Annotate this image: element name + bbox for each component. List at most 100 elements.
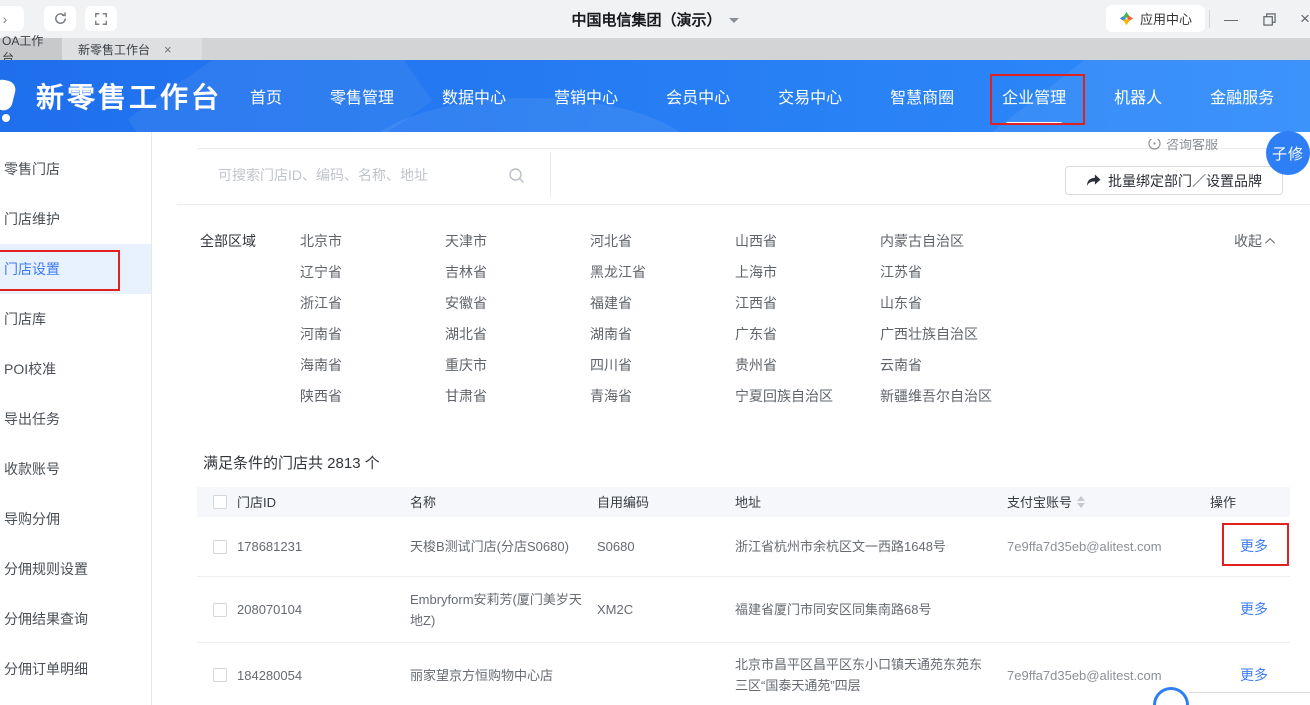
contact-support-link[interactable]: 咨询客服 bbox=[1148, 139, 1258, 153]
province-filter-link[interactable]: 天津市 bbox=[445, 231, 590, 262]
nav-item[interactable]: 数据中心 bbox=[442, 60, 506, 132]
province-filter-link[interactable]: 上海市 bbox=[735, 262, 880, 293]
province-filter-link[interactable]: 福建省 bbox=[590, 293, 735, 324]
collapse-filter-link[interactable]: 收起 bbox=[1234, 231, 1276, 251]
nav-item[interactable]: 零售管理 bbox=[330, 60, 394, 132]
sort-control[interactable] bbox=[1077, 496, 1086, 508]
province-filter-link[interactable]: 四川省 bbox=[590, 355, 735, 386]
more-actions-link[interactable]: 更多 bbox=[1240, 538, 1268, 554]
row-checkbox[interactable] bbox=[213, 602, 227, 617]
minimize-icon: — bbox=[1224, 11, 1238, 27]
nav-item[interactable]: 智慧商圈 bbox=[890, 60, 954, 132]
nav-item-label: 金融服务 bbox=[1210, 90, 1275, 107]
fullscreen-button[interactable] bbox=[85, 6, 117, 31]
province-filter-link[interactable]: 广东省 bbox=[735, 324, 880, 355]
province-filter-link[interactable]: 河北省 bbox=[590, 231, 735, 262]
sidebar-item[interactable]: 门店设置 bbox=[0, 244, 151, 294]
window-minimize-button[interactable]: — bbox=[1214, 0, 1248, 38]
row-checkbox[interactable] bbox=[213, 539, 227, 554]
refresh-button[interactable] bbox=[44, 6, 76, 31]
result-summary: 满足条件的门店共 2813 个 bbox=[203, 455, 380, 472]
store-name-cell: Embryform安莉芳(厦门美岁天地Z) bbox=[410, 591, 582, 628]
workspace-tab[interactable]: OA工作台 × bbox=[0, 34, 62, 65]
window-restore-button[interactable] bbox=[1252, 0, 1286, 38]
nav-item[interactable]: 金融服务 bbox=[1210, 60, 1274, 132]
app-center-button[interactable]: 应用中心 bbox=[1106, 5, 1205, 32]
more-actions-link[interactable]: 更多 bbox=[1240, 601, 1268, 617]
province-filter-link[interactable]: 江西省 bbox=[735, 293, 880, 324]
row-actions-cell: 更多 bbox=[1210, 665, 1290, 686]
table-row: 184280054 丽家望京方恒购物中心店 北京市昌平区昌平区东小口镇天通苑东苑… bbox=[197, 643, 1290, 705]
sidebar-item-label: 分佣订单明细 bbox=[4, 661, 88, 677]
table-row: 208070104 Embryform安莉芳(厦门美岁天地Z) XM2C 福建省… bbox=[197, 577, 1290, 643]
province-filter-link[interactable]: 江苏省 bbox=[880, 262, 1180, 293]
question-circle-icon bbox=[1148, 139, 1161, 150]
nav-item-label: 零售管理 bbox=[330, 90, 395, 107]
sidebar-item[interactable]: 导出任务 bbox=[0, 394, 151, 444]
app-center-icon bbox=[1119, 11, 1134, 26]
province-filter-link[interactable]: 宁夏回族自治区 bbox=[735, 386, 880, 417]
tab-bar: OA工作台 × 新零售工作台 × bbox=[0, 34, 1310, 65]
province-filter-link[interactable]: 山东省 bbox=[880, 293, 1180, 324]
sidebar-item[interactable]: 门店库 bbox=[0, 294, 151, 344]
nav-item[interactable]: 交易中心 bbox=[778, 60, 842, 132]
nav-item[interactable]: 企业管理 bbox=[1002, 60, 1066, 132]
province-filter-link[interactable]: 广西壮族自治区 bbox=[880, 324, 1180, 355]
avatar-badge[interactable]: 子修 bbox=[1266, 131, 1310, 175]
table-column-header: 地址 bbox=[735, 492, 1007, 513]
region-filter-all[interactable]: 全部区域 bbox=[200, 231, 256, 251]
row-checkbox[interactable] bbox=[213, 668, 227, 682]
province-filter-link[interactable]: 湖北省 bbox=[445, 324, 590, 355]
sidebar-item[interactable]: 收款账号 bbox=[0, 444, 151, 494]
contact-support-label: 咨询客服 bbox=[1166, 139, 1219, 152]
store-address-cell: 福建省厦门市同安区同集南路68号 bbox=[735, 602, 932, 617]
tab-close-icon[interactable]: × bbox=[164, 42, 172, 57]
nav-item[interactable]: 首页 bbox=[250, 60, 282, 132]
province-filter-link[interactable]: 陕西省 bbox=[300, 386, 445, 417]
province-filter-link[interactable]: 山西省 bbox=[735, 231, 880, 262]
sidebar-item[interactable]: 分佣订单明细 bbox=[0, 644, 151, 694]
restore-icon bbox=[1262, 12, 1276, 26]
search-input[interactable] bbox=[218, 167, 508, 183]
nav-item[interactable]: 机器人 bbox=[1114, 60, 1162, 132]
browser-forward-button[interactable]: › bbox=[0, 6, 24, 31]
more-actions-link[interactable]: 更多 bbox=[1240, 667, 1268, 683]
nav-item[interactable]: 营销中心 bbox=[554, 60, 618, 132]
sidebar-item-label: 门店库 bbox=[4, 311, 46, 327]
sidebar-item-label: 导出任务 bbox=[4, 411, 60, 427]
alipay-account-cell: 7e9ffa7d35eb@alitest.com bbox=[1007, 539, 1162, 554]
province-filter-link[interactable]: 云南省 bbox=[880, 355, 1180, 386]
province-filter-link[interactable]: 甘肃省 bbox=[445, 386, 590, 417]
sidebar-item[interactable]: 导购分佣 bbox=[0, 494, 151, 544]
batch-bind-button[interactable]: 批量绑定部门／设置品牌 bbox=[1065, 166, 1283, 195]
province-filter-link[interactable]: 海南省 bbox=[300, 355, 445, 386]
sidebar-item[interactable]: 零售门店 bbox=[0, 144, 151, 194]
sidebar-item[interactable]: 分佣规则设置 bbox=[0, 544, 151, 594]
province-filter-link[interactable]: 吉林省 bbox=[445, 262, 590, 293]
sidebar-item[interactable]: 门店维护 bbox=[0, 194, 151, 244]
workspace-tab[interactable]: 新零售工作台 × bbox=[62, 38, 202, 60]
province-filter-link[interactable]: 辽宁省 bbox=[300, 262, 445, 293]
nav-item-label: 交易中心 bbox=[778, 90, 843, 107]
collapse-label: 收起 bbox=[1234, 233, 1262, 249]
sidebar-item[interactable]: 分佣结果查询 bbox=[0, 594, 151, 644]
province-filter-link[interactable]: 河南省 bbox=[300, 324, 445, 355]
province-filter-link[interactable]: 黑龙江省 bbox=[590, 262, 735, 293]
province-filter-link[interactable]: 贵州省 bbox=[735, 355, 880, 386]
province-filter-link[interactable]: 内蒙古自治区 bbox=[880, 231, 1180, 262]
province-filter-link[interactable]: 湖南省 bbox=[590, 324, 735, 355]
window-close-button[interactable]: × bbox=[1290, 0, 1310, 38]
sort-asc-icon bbox=[1077, 496, 1086, 501]
province-filter-link[interactable]: 重庆市 bbox=[445, 355, 590, 386]
province-filter-link[interactable]: 青海省 bbox=[590, 386, 735, 417]
province-filter-link[interactable]: 北京市 bbox=[300, 231, 445, 262]
sidebar-item[interactable]: POI校准 bbox=[0, 344, 151, 394]
province-filter-link[interactable]: 新疆维吾尔自治区 bbox=[880, 386, 1180, 417]
table-column-header: 自用编码 bbox=[597, 492, 735, 513]
province-filter-link[interactable]: 浙江省 bbox=[300, 293, 445, 324]
table-column-header: 名称 bbox=[410, 492, 597, 513]
select-all-checkbox[interactable] bbox=[213, 495, 227, 509]
nav-item[interactable]: 会员中心 bbox=[666, 60, 730, 132]
province-filter-link[interactable]: 安徽省 bbox=[445, 293, 590, 324]
tab-label: 新零售工作台 bbox=[78, 42, 151, 57]
